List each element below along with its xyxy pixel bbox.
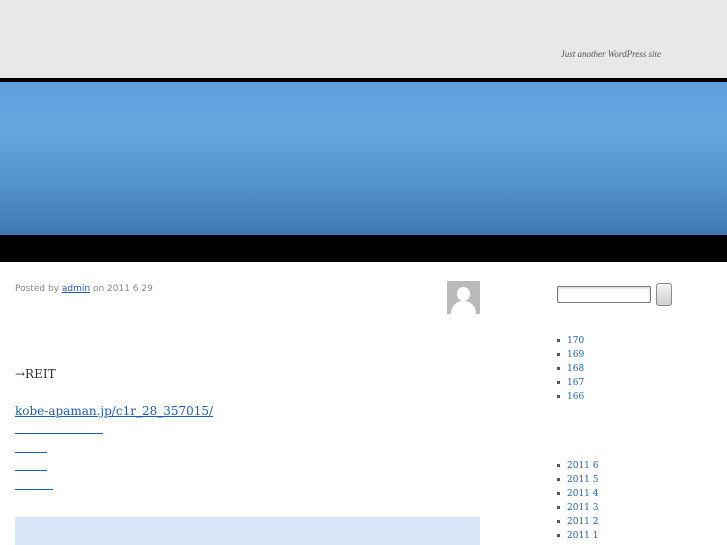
archive-item[interactable]: 2011 2 [557, 515, 599, 529]
avatar [447, 281, 480, 314]
recent-post-item[interactable]: 170 [557, 334, 584, 348]
post-meta-on: on [92, 284, 105, 294]
archive-item-label[interactable]: 2011 2 [567, 517, 599, 527]
site-tagline: Just another WordPress site [560, 49, 661, 59]
recent-post-item-label[interactable]: 166 [567, 392, 584, 402]
post-author-link[interactable]: admin [62, 284, 90, 294]
list-bullet-icon [557, 339, 560, 342]
header-banner [0, 82, 727, 235]
archive-item[interactable]: 2011 1 [557, 529, 599, 543]
search-input[interactable] [557, 286, 651, 303]
post-text-line: →REIT [15, 367, 56, 381]
list-bullet-icon [557, 520, 560, 523]
nav-bar [0, 235, 727, 262]
recent-post-item[interactable]: 166 [557, 390, 584, 404]
recent-post-item[interactable]: 169 [557, 348, 584, 362]
list-bullet-icon [557, 381, 560, 384]
archives-list: 2011 6 2011 5 2011 4 2011 3 2011 2 2011 1 [557, 459, 599, 543]
recent-post-item-label[interactable]: 168 [567, 364, 584, 374]
archive-item[interactable]: 2011 6 [557, 459, 599, 473]
recent-post-item-label[interactable]: 169 [567, 350, 584, 360]
search-button[interactable] [656, 283, 672, 306]
list-bullet-icon [557, 534, 560, 537]
post-meta: Posted by admin on 2011 6 29 [15, 284, 153, 294]
archive-item-label[interactable]: 2011 4 [567, 489, 599, 499]
link-underline-1[interactable] [15, 433, 103, 434]
recent-post-item[interactable]: 167 [557, 376, 584, 390]
list-bullet-icon [557, 506, 560, 509]
site-header: Just another WordPress site [0, 0, 727, 78]
avatar-head-shape [457, 287, 470, 301]
archive-item[interactable]: 2011 3 [557, 501, 599, 515]
archive-item-label[interactable]: 2011 6 [567, 461, 599, 471]
list-bullet-icon [557, 478, 560, 481]
avatar-body-shape [451, 301, 476, 314]
post-link[interactable]: kobe-apaman.jp/c1r_28_357015/ [15, 404, 213, 418]
list-bullet-icon [557, 492, 560, 495]
list-bullet-icon [557, 353, 560, 356]
archive-item-label[interactable]: 2011 3 [567, 503, 599, 513]
recent-posts-list: 170 169 168 167 166 [557, 334, 584, 404]
recent-post-item[interactable]: 168 [557, 362, 584, 376]
recent-post-item-label[interactable]: 170 [567, 336, 584, 346]
archive-item[interactable]: 2011 4 [557, 487, 599, 501]
post-highlight-box [15, 517, 480, 545]
list-bullet-icon [557, 464, 560, 467]
recent-post-item-label[interactable]: 167 [567, 378, 584, 388]
post-meta-prefix: Posted by [15, 284, 59, 294]
archive-item[interactable]: 2011 5 [557, 473, 599, 487]
list-bullet-icon [557, 367, 560, 370]
list-bullet-icon [557, 395, 560, 398]
link-underline-2[interactable] [15, 452, 47, 453]
link-underline-4[interactable] [15, 489, 53, 490]
post-date: 2011 6 29 [107, 284, 153, 294]
archive-item-label[interactable]: 2011 5 [567, 475, 599, 485]
archive-item-label[interactable]: 2011 1 [567, 531, 599, 541]
link-underline-3[interactable] [15, 470, 47, 471]
